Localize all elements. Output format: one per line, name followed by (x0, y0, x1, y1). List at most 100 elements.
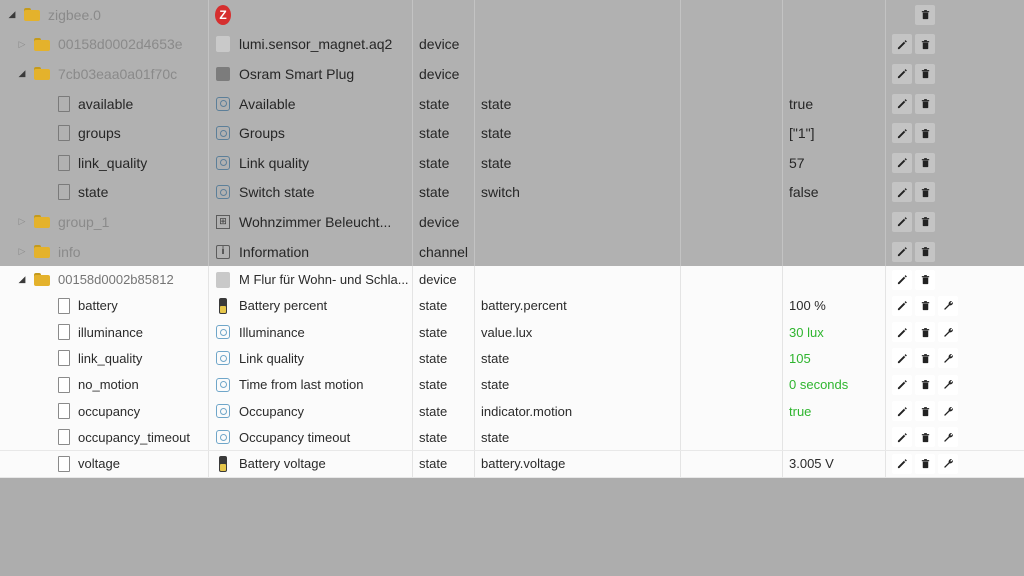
delete-button[interactable] (915, 295, 935, 316)
object-id-label: link_quality (78, 154, 148, 171)
object-name-cell: Occupancy timeout (208, 424, 412, 451)
delete-button[interactable] (915, 152, 935, 173)
tree-state-row[interactable]: no_motion Time from last motion state state… (0, 371, 1024, 399)
pencil-icon (897, 458, 908, 469)
wrench-button[interactable] (938, 295, 958, 316)
wrench-button[interactable] (938, 348, 958, 369)
edit-button[interactable] (892, 241, 912, 262)
edit-button[interactable] (892, 453, 912, 474)
edit-button[interactable] (892, 63, 912, 84)
object-id-cell[interactable]: ▷ group_1 (0, 207, 208, 237)
tree-state-row[interactable]: voltage Battery voltage state battery.volta… (0, 450, 1024, 478)
tree-state-row[interactable]: groups Groups state state ["1"] (0, 118, 1024, 149)
state-icon (215, 324, 231, 340)
expand-arrow-icon[interactable]: ▷ (18, 216, 26, 226)
edit-button[interactable] (892, 295, 912, 316)
delete-button[interactable] (915, 348, 935, 369)
expand-arrow-icon[interactable]: ▷ (18, 39, 26, 49)
tree-folder-row[interactable]: ▷ info i Information channel (0, 236, 1024, 268)
tree-folder-row[interactable]: ◢ zigbee.0 Z (0, 0, 1024, 31)
delete-button[interactable] (915, 182, 935, 203)
edit-button[interactable] (892, 211, 912, 232)
wrench-button[interactable] (938, 401, 958, 422)
edit-button[interactable] (892, 374, 912, 395)
wrench-button[interactable] (938, 374, 958, 395)
object-id-cell[interactable]: ◢ zigbee.0 (0, 0, 208, 30)
delete-button[interactable] (915, 211, 935, 232)
edit-button[interactable] (892, 269, 912, 290)
object-name-label: Groups (239, 125, 285, 142)
object-id-cell[interactable]: link_quality (0, 148, 208, 178)
object-id-label: battery (78, 298, 118, 314)
tree-folder-row[interactable]: ▷ group_1 ⊞ Wohnzimmer Beleucht... device (0, 207, 1024, 238)
object-id-cell[interactable]: link_quality (0, 345, 208, 371)
tree-state-row[interactable]: battery Battery percent state battery.perce… (0, 292, 1024, 320)
object-id-cell[interactable]: voltage (0, 451, 208, 477)
pencil-icon (897, 353, 908, 364)
delete-button[interactable] (915, 401, 935, 422)
delete-button[interactable] (915, 374, 935, 395)
delete-button[interactable] (915, 34, 935, 55)
object-id-cell[interactable]: ◢ 7cb03eaa0a01f70c (0, 59, 208, 89)
state-icon (215, 184, 231, 200)
object-value-cell: ["1"] (782, 118, 885, 148)
tree-folder-row[interactable]: ◢ 7cb03eaa0a01f70c Osram Smart Plug device (0, 59, 1024, 90)
wrench-button[interactable] (938, 453, 958, 474)
object-id-cell[interactable]: illuminance (0, 319, 208, 345)
edit-button[interactable] (892, 427, 912, 448)
tree-state-row[interactable]: link_quality Link quality state state 105 (0, 345, 1024, 373)
delete-button[interactable] (915, 63, 935, 84)
edit-button[interactable] (892, 123, 912, 144)
object-id-cell[interactable]: state (0, 178, 208, 208)
object-id-cell[interactable]: battery (0, 293, 208, 319)
edit-button[interactable] (892, 322, 912, 343)
object-name-cell: Groups (208, 118, 412, 148)
edit-button[interactable] (892, 401, 912, 422)
object-id-cell[interactable]: ▷ info (0, 237, 208, 267)
object-id-cell[interactable]: ▷ 00158d0002d4653e (0, 30, 208, 60)
object-id-cell[interactable]: groups (0, 118, 208, 148)
tree-folder-row[interactable]: ◢ 00158d0002b85812 M Flur für Wohn- und Sc… (0, 266, 1024, 294)
tree-state-row[interactable]: illuminance Illuminance state value.lux 30 l… (0, 319, 1024, 347)
object-role-cell (474, 0, 680, 30)
edit-button[interactable] (892, 182, 912, 203)
object-type-cell: state (412, 371, 474, 398)
delete-button[interactable] (915, 453, 935, 474)
delete-button[interactable] (915, 241, 935, 262)
collapse-arrow-icon[interactable]: ◢ (8, 9, 16, 19)
delete-button[interactable] (915, 322, 935, 343)
tree-folder-row[interactable]: ▷ 00158d0002d4653e lumi.sensor_magnet.aq2 d… (0, 29, 1024, 61)
object-id-cell[interactable]: ◢ 00158d0002b85812 (0, 266, 208, 292)
wrench-button[interactable] (938, 322, 958, 343)
tree-state-row[interactable]: link_quality Link quality state state 57 (0, 148, 1024, 179)
delete-button[interactable] (915, 93, 935, 114)
collapse-arrow-icon[interactable]: ◢ (18, 274, 26, 284)
delete-button[interactable] (915, 427, 935, 448)
wrench-button[interactable] (938, 427, 958, 448)
edit-button[interactable] (892, 152, 912, 173)
object-value-cell (782, 236, 885, 267)
object-id-cell[interactable]: occupancy_timeout (0, 424, 208, 450)
tree-state-row[interactable]: state Switch state state switch false (0, 177, 1024, 209)
object-id-cell[interactable]: available (0, 89, 208, 119)
object-name-label: Occupancy timeout (239, 429, 351, 445)
edit-button[interactable] (892, 348, 912, 369)
tree-state-row[interactable]: occupancy Occupancy state indicator.motion t… (0, 397, 1024, 426)
object-id-cell[interactable]: occupancy (0, 398, 208, 424)
tree-state-row[interactable]: occupancy_timeout Occupancy timeout state s… (0, 424, 1024, 452)
delete-button[interactable] (915, 123, 935, 144)
delete-button[interactable] (915, 269, 935, 290)
object-id-cell[interactable]: no_motion (0, 372, 208, 398)
object-type-cell: channel (412, 236, 474, 267)
state-icon (215, 96, 231, 112)
delete-button[interactable] (915, 4, 935, 25)
file-icon (58, 376, 70, 393)
pencil-icon (897, 300, 908, 311)
object-value-cell (782, 59, 885, 89)
tree-state-row[interactable]: available Available state state true (0, 88, 1024, 120)
object-role-cell: indicator.motion (474, 397, 680, 425)
edit-button[interactable] (892, 34, 912, 55)
edit-button[interactable] (892, 93, 912, 114)
expand-arrow-icon[interactable]: ▷ (18, 246, 26, 256)
collapse-arrow-icon[interactable]: ◢ (18, 68, 26, 78)
